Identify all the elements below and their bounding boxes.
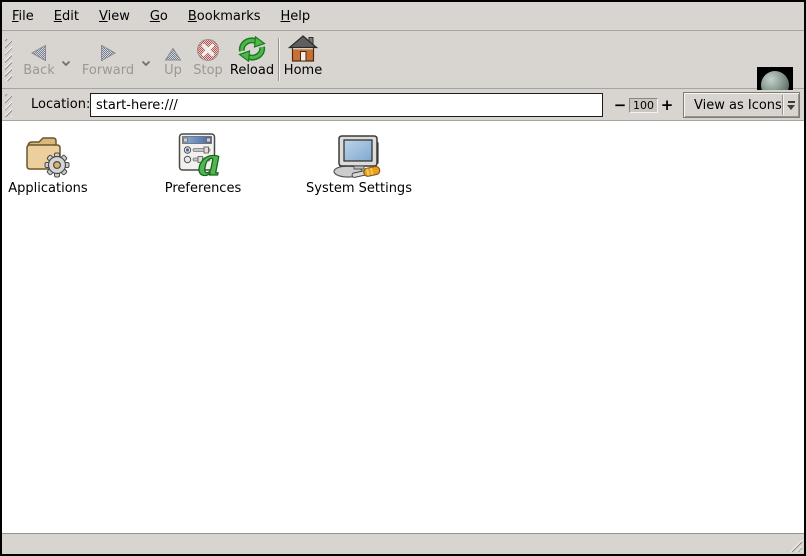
location-label: Location: (31, 90, 90, 120)
back-button[interactable]: Back (16, 36, 62, 84)
forward-history-dropdown[interactable] (138, 56, 154, 70)
menu-file[interactable]: File (2, 5, 44, 28)
resize-grip[interactable] (787, 538, 802, 552)
back-icon (29, 36, 49, 62)
up-label: Up (164, 64, 182, 78)
icon-applications[interactable]: Applications (2, 129, 94, 196)
menu-go[interactable]: Go (140, 5, 178, 28)
locationbar-drag-handle[interactable] (5, 94, 12, 117)
zoom-out-button[interactable]: − (613, 90, 627, 120)
chevron-down-icon (61, 60, 71, 67)
icon-label: Applications (8, 181, 87, 196)
preferences-capplet-icon: a (178, 129, 228, 179)
zoom-level-indicator[interactable]: 100 (629, 98, 658, 113)
reload-icon (237, 36, 267, 62)
forward-icon (98, 36, 118, 62)
status-bar (2, 533, 804, 554)
reload-label: Reload (230, 64, 274, 78)
chevron-down-icon (141, 60, 151, 67)
content-area: Applications (2, 121, 804, 533)
system-settings-computer-icon (332, 129, 386, 179)
menu-help[interactable]: Help (271, 5, 321, 28)
back-label: Back (23, 64, 55, 78)
stop-icon (196, 36, 220, 62)
stop-label: Stop (193, 64, 223, 78)
reload-button[interactable]: Reload (228, 36, 276, 84)
icon-label: System Settings (306, 181, 412, 196)
applications-folder-icon (24, 129, 72, 179)
dropdown-arrow-icon (782, 95, 799, 115)
icon-preferences[interactable]: a Preferences (153, 129, 253, 196)
zoom-in-button[interactable]: + (660, 90, 674, 120)
back-history-dropdown[interactable] (58, 56, 74, 70)
menu-bookmarks[interactable]: Bookmarks (178, 5, 271, 28)
location-bar: Location: − 100 + View as Icons (2, 90, 804, 121)
svg-text:a: a (198, 142, 221, 179)
toolbar-drag-handle[interactable] (5, 39, 12, 81)
toolbar: Back Forward (2, 31, 804, 89)
forward-button[interactable]: Forward (80, 36, 136, 84)
up-button[interactable]: Up (158, 36, 188, 84)
location-input[interactable] (90, 93, 603, 117)
view-mode-dropdown[interactable]: View as Icons (683, 92, 800, 118)
toolbar-separator (278, 38, 279, 81)
icon-system-settings[interactable]: System Settings (309, 129, 409, 196)
up-icon (164, 36, 182, 62)
file-manager-window: File Edit View Go Bookmarks Help Back (0, 0, 806, 556)
forward-label: Forward (82, 64, 134, 78)
menu-edit[interactable]: Edit (44, 5, 89, 28)
home-button[interactable]: Home (281, 36, 325, 84)
menu-bar: File Edit View Go Bookmarks Help (2, 2, 804, 31)
home-icon (288, 36, 318, 62)
stop-button[interactable]: Stop (188, 36, 228, 84)
menu-view[interactable]: View (89, 5, 140, 28)
icon-label: Preferences (165, 181, 241, 196)
home-label: Home (284, 64, 322, 78)
view-mode-label: View as Icons (694, 98, 782, 113)
